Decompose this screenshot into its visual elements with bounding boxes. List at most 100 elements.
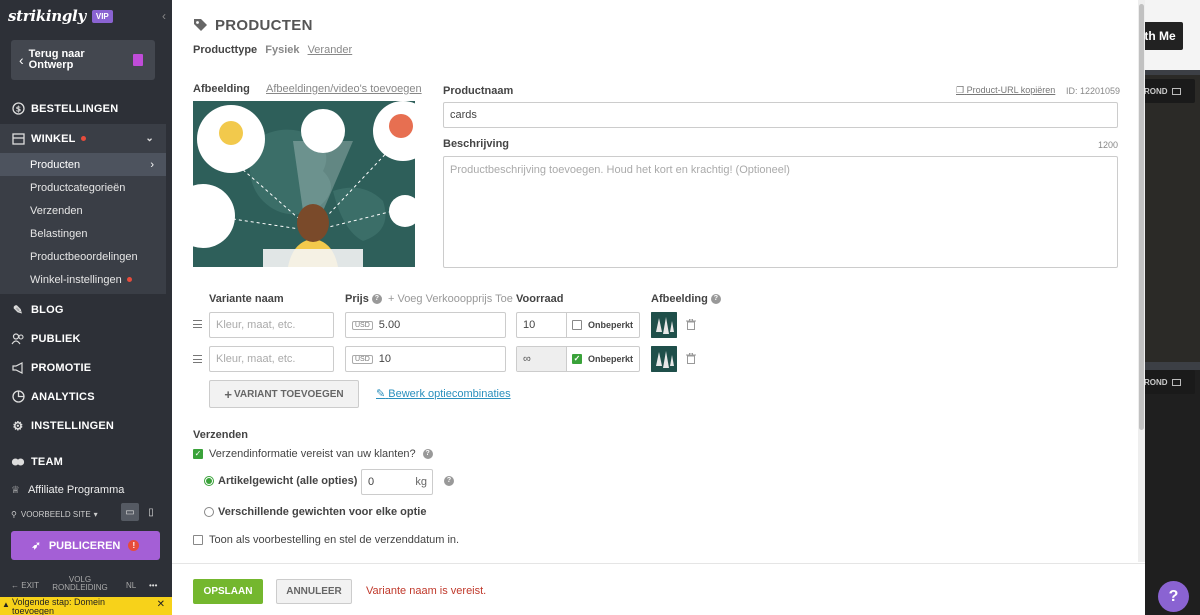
variant-image-thumbnail[interactable] <box>651 346 677 372</box>
variant-price-input[interactable]: USD 5.00 <box>345 312 506 338</box>
variant-name-header: Variante naam <box>209 293 284 305</box>
publish-button[interactable]: ➶ PUBLICEREN ! <box>11 531 160 560</box>
rocket-icon: ➶ <box>31 540 41 552</box>
sidebar-item-shipping[interactable]: Verzenden <box>0 199 166 222</box>
product-id: ID: 12201059 <box>1066 86 1121 96</box>
logo-row: strikingly VIP ‹ <box>0 0 172 32</box>
more-icon[interactable]: ••• <box>149 581 157 590</box>
image-icon <box>1171 378 1181 386</box>
back-to-design-button[interactable]: ‹ Terug naar Ontwerp <box>11 40 155 80</box>
desktop-preview-icon[interactable]: ▭ <box>121 503 139 521</box>
stock-header: Voorraad <box>516 293 564 305</box>
unlimited-toggle[interactable]: ✓ Onbeperkt <box>567 347 639 371</box>
unlimited-toggle[interactable]: Onbeperkt <box>567 313 639 337</box>
shipping-required-checkbox[interactable]: ✓ <box>193 449 203 459</box>
help-icon[interactable]: ? <box>710 294 721 305</box>
product-name-input[interactable]: cards <box>443 102 1118 128</box>
product-type-value: Fysiek <box>265 44 300 56</box>
drag-handle-icon[interactable] <box>193 320 202 328</box>
strikingly-logo[interactable]: strikingly <box>8 7 86 25</box>
trash-icon[interactable] <box>686 319 696 330</box>
collapse-sidebar-icon[interactable]: ‹ <box>162 9 166 23</box>
shipping-title: Verzenden <box>193 429 249 441</box>
close-icon[interactable]: ✕ <box>157 600 165 610</box>
help-icon[interactable]: ? <box>444 476 454 486</box>
nav-orders[interactable]: $ BESTELLINGEN <box>0 94 166 123</box>
dollar-icon: $ <box>11 102 25 116</box>
sidebar: strikingly VIP ‹ ‹ Terug naar Ontwerp $ … <box>0 0 172 615</box>
variant-name-input[interactable]: Kleur, maat, etc. <box>209 346 334 372</box>
variant-stock-field: ∞ ✓ Onbeperkt <box>516 346 640 372</box>
sidebar-item-reviews[interactable]: Productbeoordelingen <box>0 245 166 268</box>
nav-affiliate[interactable]: ♕ Affiliate Programma <box>11 484 124 496</box>
nav-promotion[interactable]: PROMOTIE <box>0 353 166 382</box>
next-step-banner[interactable]: ▲ Volgende stap: Domein toevoegen ✕ <box>0 597 172 615</box>
description-char-count: 1200 <box>1098 140 1119 150</box>
product-image[interactable] <box>193 101 415 267</box>
different-weights-option[interactable]: Verschillende gewichten voor elke optie <box>204 506 426 518</box>
nav-analytics[interactable]: ANALYTICS <box>0 382 166 411</box>
sidebar-item-shop-settings[interactable]: Winkel-instellingen <box>0 268 166 291</box>
chevron-left-icon: ‹ <box>19 52 24 68</box>
edit-combinations-link[interactable]: ✎ Bewerk optiecombinaties <box>376 387 511 400</box>
weight-all-radio[interactable] <box>204 476 214 486</box>
unlimited-checkbox[interactable]: ✓ <box>572 354 582 364</box>
add-compare-price-link[interactable]: + Voeg Verkooopprijs Toe <box>388 293 513 305</box>
nav-audience[interactable]: PUBLIEK <box>0 324 166 353</box>
store-icon <box>11 132 25 146</box>
variant-name-input[interactable]: Kleur, maat, etc. <box>209 312 334 338</box>
sidebar-item-categories[interactable]: Productcategorieën <box>0 176 166 199</box>
nav-settings[interactable]: ⚙ INSTELLINGEN <box>0 411 166 440</box>
weight-input[interactable]: 0 kg <box>361 469 433 495</box>
notification-dot <box>126 277 132 282</box>
change-product-type-link[interactable]: Verander <box>308 44 353 56</box>
add-variant-button[interactable]: + VARIANT TOEVOEGEN <box>209 380 359 408</box>
stock-input[interactable]: 10 <box>517 313 567 337</box>
description-label: Beschrijving <box>443 138 510 150</box>
exit-button[interactable]: ← EXIT <box>11 581 39 590</box>
sidebar-item-taxes[interactable]: Belastingen <box>0 222 166 245</box>
sidebar-item-products[interactable]: Producten › <box>0 153 166 176</box>
notification-dot <box>80 136 86 141</box>
help-button[interactable]: ? <box>1158 581 1189 612</box>
language-button[interactable]: NL <box>126 581 136 590</box>
add-media-link[interactable]: Afbeeldingen/video's toevoegen <box>266 83 422 95</box>
guide-button[interactable]: VOLG RONDLEIDING <box>52 576 108 592</box>
svg-text:$: $ <box>15 105 21 114</box>
variant-image-thumbnail[interactable] <box>651 312 677 338</box>
drag-handle-icon[interactable] <box>193 355 202 363</box>
variant-image-header: Afbeelding ? <box>651 293 721 305</box>
preview-photo <box>1145 75 1200 362</box>
weight-unit: kg <box>415 476 427 488</box>
copy-icon: ❐ <box>956 85 965 95</box>
different-weights-radio[interactable] <box>204 507 214 517</box>
variant-price-input[interactable]: USD 10 <box>345 346 506 372</box>
stock-input: ∞ <box>517 347 567 371</box>
preorder-checkbox[interactable] <box>193 535 203 545</box>
vip-badge: VIP <box>91 9 113 23</box>
team-icon <box>11 455 25 469</box>
preview-background-button-2[interactable]: ROND <box>1141 370 1195 394</box>
help-icon[interactable]: ? <box>371 294 382 305</box>
mobile-preview-icon[interactable]: ▯ <box>142 503 160 521</box>
nav-shop[interactable]: WINKEL ⌄ <box>0 124 166 153</box>
preview-background-button[interactable]: ROND <box>1141 79 1195 103</box>
chevron-right-icon: › <box>150 158 154 171</box>
unlimited-checkbox[interactable] <box>572 320 582 330</box>
nav-blog[interactable]: ✎ BLOG <box>0 295 166 324</box>
scrollbar-thumb[interactable] <box>1139 4 1144 430</box>
shipping-required-option[interactable]: ✓ Verzendinformatie vereist van uw klant… <box>193 448 433 460</box>
description-textarea[interactable]: Productbeschrijving toevoegen. Houd het … <box>443 156 1118 268</box>
help-icon[interactable]: ? <box>422 449 433 459</box>
nav-team[interactable]: TEAM <box>0 447 166 476</box>
save-button[interactable]: OPSLAAN <box>193 579 263 604</box>
footer-divider <box>172 563 1145 564</box>
plus-icon: + <box>224 386 232 402</box>
weight-all-option[interactable]: Artikelgewicht (alle opties) <box>204 475 357 487</box>
trash-icon[interactable] <box>686 353 696 364</box>
caret-down-icon: ▾ <box>93 509 98 519</box>
preorder-option[interactable]: Toon als voorbestelling en stel de verze… <box>193 534 459 546</box>
copy-url-link[interactable]: ❐ Product-URL kopiëren <box>956 85 1055 96</box>
preview-photo-2 <box>1145 370 1200 615</box>
cancel-button[interactable]: ANNULEER <box>276 579 352 604</box>
